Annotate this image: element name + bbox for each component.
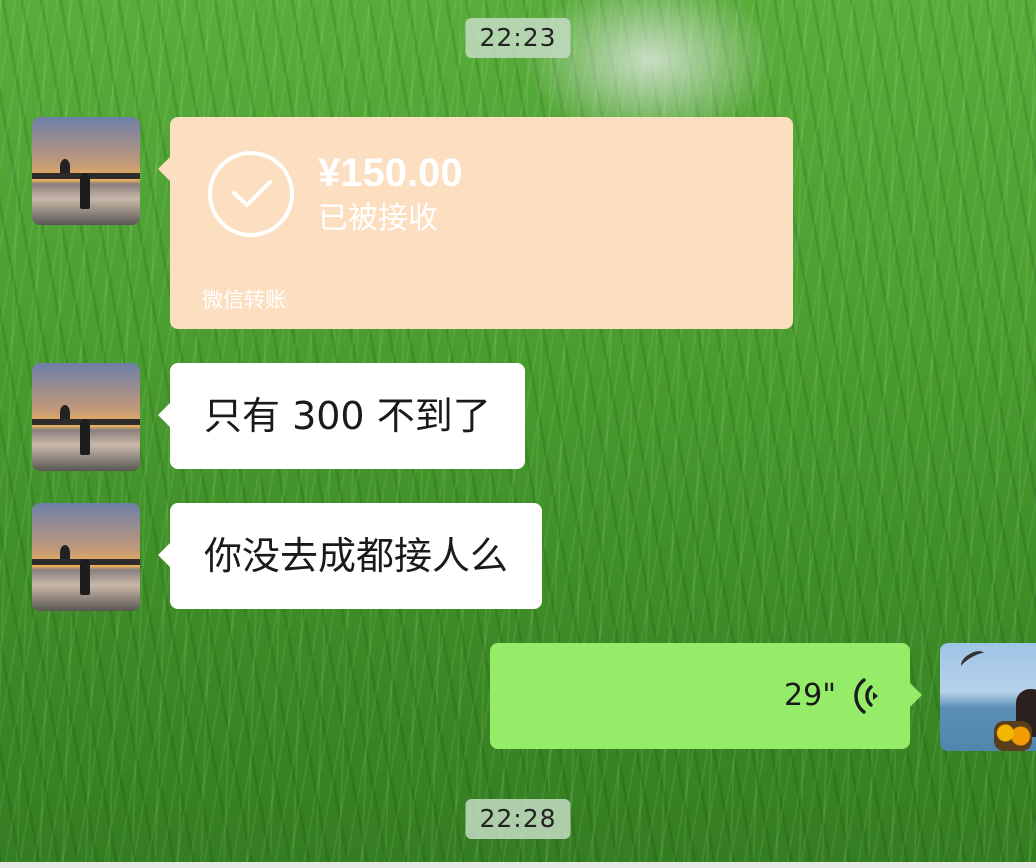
message-timestamp: 22:23 (465, 18, 571, 58)
voice-duration: 29" (784, 678, 836, 713)
bottom-divider (0, 862, 1036, 868)
transfer-message-bubble[interactable]: ¥150.00 已被接收 微信转账 (158, 117, 793, 329)
transfer-brand-label: 微信转账 (202, 288, 286, 312)
text-message-bubble[interactable]: 只有 300 不到了 (158, 363, 525, 469)
contact-avatar[interactable] (32, 363, 140, 471)
my-avatar[interactable] (940, 643, 1036, 751)
message-text: 只有 300 不到了 (204, 394, 491, 438)
message-timestamp: 22:28 (465, 799, 571, 839)
transfer-status: 已被接收 (318, 201, 438, 236)
contact-avatar[interactable] (32, 117, 140, 225)
text-message-bubble[interactable]: 你没去成都接人么 (157, 503, 543, 609)
transfer-amount: ¥150.00 (318, 151, 463, 195)
voice-wave-icon (854, 678, 878, 714)
contact-avatar[interactable] (32, 503, 140, 611)
voice-message-bubble[interactable]: 29" (490, 643, 922, 749)
message-text: 你没去成都接人么 (204, 534, 509, 578)
check-circle-icon (208, 151, 294, 237)
